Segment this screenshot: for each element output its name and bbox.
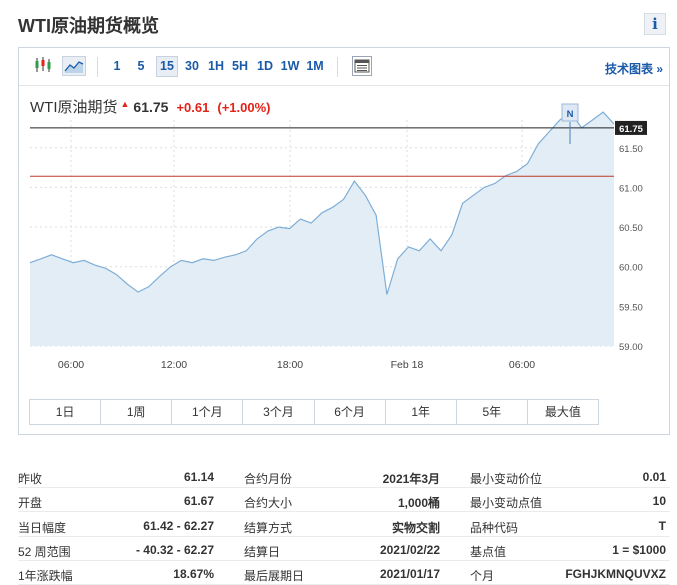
y-tick-label: 59.00	[619, 342, 643, 353]
x-tick-label: 12:00	[161, 359, 187, 371]
time-range-selector: 1日 1周 1个月 3个月 6个月 1年 5年 最大值	[29, 399, 599, 425]
stat-label: 结算方式	[244, 520, 293, 535]
stat-value: 61.67	[183, 494, 214, 509]
range-1w[interactable]: 1周	[101, 400, 173, 424]
stat-label: 开盘	[18, 496, 43, 511]
stat-label: 最小变动点值	[470, 496, 543, 511]
stat-label: 基点值	[470, 544, 507, 559]
page-title: WTI原油期货概览	[18, 16, 159, 36]
stats-row: 1年涨跌幅 18.67% 最后展期日 2021/01/17 个月 FGHJKMNQUVXZ	[18, 561, 670, 585]
stat-value: 2021年3月	[382, 472, 440, 486]
stat-label: 当日幅度	[18, 520, 67, 535]
x-tick-label: 06:00	[58, 359, 84, 371]
stat-label: 品种代码	[470, 520, 519, 535]
stat-value: 2021/02/22	[379, 542, 440, 557]
stats-row: 开盘 61.67 合约大小 1,000桶 最小变动点值 10	[18, 488, 670, 513]
range-3m[interactable]: 3个月	[243, 400, 315, 424]
stat-label: 最后展期日	[244, 569, 305, 584]
stat-label: 结算日	[244, 544, 281, 559]
y-tick-label: 60.50	[619, 223, 643, 234]
range-1m[interactable]: 1个月	[172, 400, 244, 424]
stat-label: 最小变动价位	[470, 472, 543, 486]
x-tick-label: 18:00	[277, 359, 303, 371]
price-chart[interactable]: 61.75 61.50 61.00 60.50 60.00 59.50 59.00 06:00…	[19, 48, 669, 393]
chart-panel: 1 5 15 30 1H 5H 1D 1W 1M 技术图表 » WTI原油期货 ▲…	[18, 47, 670, 435]
stat-value: 实物交割	[391, 520, 440, 535]
stat-value: 0.01	[642, 470, 666, 484]
news-marker-label: N	[567, 109, 574, 120]
current-price-tag-label: 61.75	[619, 124, 643, 135]
stat-label: 合约月份	[244, 472, 293, 486]
range-5y[interactable]: 5年	[457, 400, 528, 424]
stats-row: 昨收 61.14 合约月份 2021年3月 最小变动价位 0.01	[18, 464, 670, 488]
range-1d[interactable]: 1日	[30, 400, 102, 424]
stat-value: 61.14	[183, 470, 214, 484]
stats-row: 52 周范围 - 40.32 - 62.27 结算日 2021/02/22 基点值 1 =…	[18, 537, 670, 561]
stat-value: T	[658, 518, 666, 533]
stat-value: 1,000桶	[397, 496, 440, 511]
stat-label: 个月	[470, 569, 495, 584]
stat-label: 昨收	[18, 472, 43, 486]
stat-label: 1年涨跌幅	[18, 569, 73, 584]
price-area-fill	[30, 112, 614, 346]
stat-value: 10	[652, 494, 666, 509]
range-max[interactable]: 最大值	[528, 400, 598, 424]
stat-value: 61.42 - 62.27	[143, 518, 214, 533]
x-tick-label: 06:00	[509, 359, 535, 371]
y-tick-label: 61.50	[619, 144, 643, 155]
y-tick-label: 61.00	[619, 183, 643, 194]
stat-value: 18.67%	[173, 567, 214, 582]
x-tick-label: Feb 18	[391, 359, 424, 371]
stat-label: 52 周范围	[18, 544, 71, 559]
stat-value: 2021/01/17	[379, 567, 440, 582]
stat-label: 合约大小	[244, 496, 293, 511]
y-tick-label: 59.50	[619, 302, 643, 313]
y-tick-label: 60.00	[619, 263, 643, 274]
info-icon[interactable]: i	[644, 13, 666, 35]
stat-value: 1 = $1000	[612, 542, 666, 557]
stat-value: FGHJKMNQUVXZ	[565, 567, 666, 582]
range-6m[interactable]: 6个月	[315, 400, 386, 424]
range-1y[interactable]: 1年	[386, 400, 457, 424]
stat-value: - 40.32 - 62.27	[135, 542, 214, 557]
stats-row: 当日幅度 61.42 - 62.27 结算方式 实物交割 品种代码 T	[18, 513, 670, 537]
